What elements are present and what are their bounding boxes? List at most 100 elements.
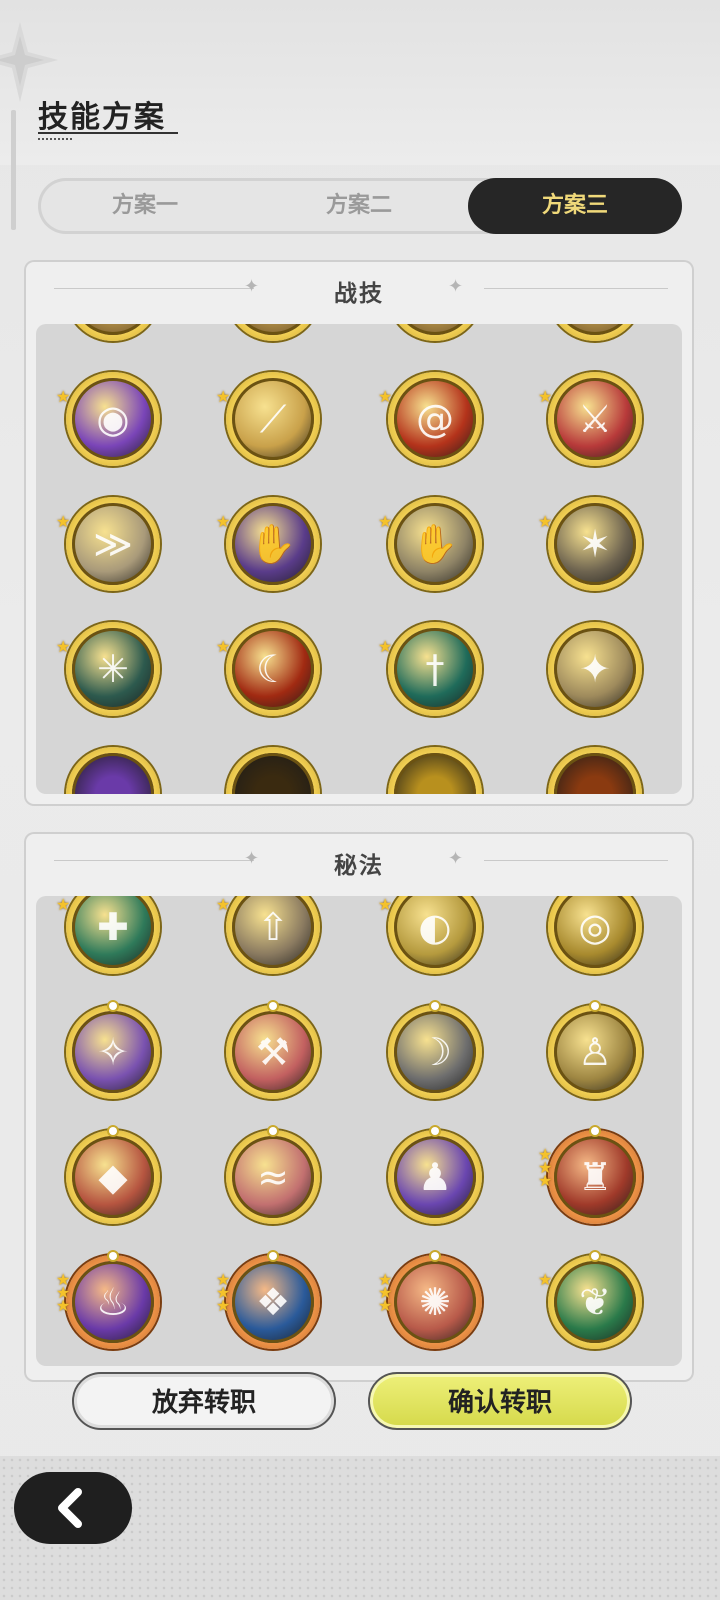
combat-skill-grid[interactable]: ◉ ★ ⟋ ★ @ ★ ⚔ ★ ≫ ★ ✋ ★ ✋ ★ ✶ ★ ✳ ★ ☾ ★ † ★ ✦	[36, 324, 682, 794]
purple-aura-icon[interactable]: ✧	[66, 1002, 160, 1099]
secret-skill-grid[interactable]: ✚ ★ ⇧ ★ ◐ ★ ◎ ✧ ⚒ ☽ ♙ ◆ ≈ ♟ ♜ ★ ★ ★ ♨ ★ ★ ★ ❖ ★ ★ ★ ✺ ★ ★ ★ ❦ ★	[36, 896, 682, 1366]
indicator-dot	[109, 1002, 117, 1010]
title-underline	[38, 132, 178, 134]
fire-swirl-icon[interactable]: @ ★	[378, 372, 482, 466]
skill-icon-face: ⟋	[232, 378, 314, 460]
flame-arc-icon[interactable]: ☾ ★	[216, 622, 320, 716]
tab-plan-3[interactable]: 方案三	[468, 178, 682, 234]
skill-icon-face: ☽	[394, 1011, 476, 1093]
rarity-stars: ★	[216, 896, 234, 914]
blue-crystal-icon[interactable]: ❖ ★ ★ ★	[216, 1252, 320, 1349]
abandon-job-change-button[interactable]: 放弃转职	[72, 1372, 336, 1430]
rarity-stars: ★	[56, 514, 74, 530]
light-blade-icon[interactable]: ✦	[548, 622, 642, 716]
jade-sword-icon[interactable]: † ★	[378, 622, 482, 716]
shield-heal-icon[interactable]: ◐ ★	[378, 896, 482, 974]
skill-glyph: ♨	[95, 1280, 131, 1324]
skill-glyph: ✋	[249, 522, 297, 566]
star-icon: ★	[216, 637, 231, 656]
skill-icon-face: ✺	[394, 1261, 476, 1343]
red-armor-icon[interactable]: ♜ ★ ★ ★	[538, 1127, 642, 1224]
tab-plan-1[interactable]: 方案一	[38, 178, 252, 234]
red-wind-icon[interactable]: ≈	[226, 1127, 320, 1224]
indicator-dot	[431, 1127, 439, 1135]
heal-circle-icon[interactable]: ✚ ★	[56, 896, 160, 974]
skill-icon-partial[interactable]	[66, 747, 160, 794]
skill-glyph: ◎	[578, 905, 612, 949]
tab-plan-2[interactable]: 方案二	[252, 178, 466, 234]
skill-glyph: ≈	[257, 1155, 289, 1199]
web-net-icon[interactable]: ✳ ★	[56, 622, 160, 716]
skill-icon-partial[interactable]	[66, 324, 160, 341]
skill-icon-partial[interactable]	[226, 747, 320, 794]
palm-strike-icon[interactable]: ✋ ★	[378, 497, 482, 591]
rarity-stars: ★	[56, 387, 74, 406]
back-button[interactable]	[14, 1472, 132, 1544]
plan-tabs: 方案一 方案二 方案三	[38, 178, 682, 234]
skill-icon-partial[interactable]	[388, 324, 482, 341]
afterimage-dash-icon[interactable]: ≫ ★	[56, 497, 160, 591]
eye-icon[interactable]: ◎	[548, 896, 642, 974]
green-leaf-icon[interactable]: ❦ ★	[538, 1252, 642, 1349]
skill-icon-face: ✦	[554, 628, 636, 710]
golden-body-icon[interactable]: ♙	[548, 1002, 642, 1099]
page-title: 技能方案	[38, 100, 166, 135]
rarity-stars: ★	[538, 1270, 556, 1289]
skill-glyph: ⚔	[577, 397, 613, 441]
back-arrow-icon	[58, 1488, 82, 1528]
rarity-stars: ★	[538, 514, 556, 530]
skill-icon-face: ◎	[554, 896, 636, 968]
star-icon: ★	[378, 512, 393, 531]
skill-icon-face: ♟	[394, 1136, 476, 1218]
impact-hit-icon[interactable]: ✶ ★	[538, 497, 642, 591]
skill-icon-partial[interactable]	[548, 747, 642, 794]
star-icon: ★	[378, 896, 393, 914]
skill-icon-face: ♨	[72, 1261, 154, 1343]
panel-title-secret: 秘法	[334, 853, 384, 879]
red-burst-icon[interactable]: ✺ ★ ★ ★	[378, 1252, 482, 1349]
shadow-claw-icon[interactable]: ✋ ★	[216, 497, 320, 591]
skill-icon-partial[interactable]	[548, 324, 642, 341]
skill-icon-face: @	[394, 378, 476, 460]
skill-glyph: ◉	[96, 397, 130, 441]
sword-raise-icon[interactable]: ⚔ ★	[538, 372, 642, 466]
indicator-dot	[591, 1002, 599, 1010]
rarity-stars: ★	[378, 512, 396, 531]
sword-buff-icon[interactable]: ⇧ ★	[216, 896, 320, 974]
dodge-figure-icon[interactable]: ☽	[388, 1002, 482, 1099]
star-icon: ★	[216, 896, 231, 914]
rarity-stars: ★	[216, 389, 234, 405]
purple-figure-icon[interactable]: ♟	[388, 1127, 482, 1224]
star-icon: ★	[56, 637, 71, 656]
skill-icon-partial[interactable]	[226, 324, 320, 341]
rarity-stars: ★	[378, 387, 396, 406]
indicator-dot	[269, 1127, 277, 1135]
confirm-job-change-button[interactable]: 确认转职	[368, 1372, 632, 1430]
skill-icon-face: ⚒	[232, 1011, 314, 1093]
skill-icon-face: ✋	[232, 503, 314, 585]
skill-icon-face: †	[394, 628, 476, 710]
indicator-dot	[591, 1127, 599, 1135]
star-icon: ★	[378, 387, 393, 406]
rarity-stars: ★	[216, 514, 234, 530]
skill-glyph: ♟	[417, 1155, 453, 1199]
skill-icon-face: ✶	[554, 503, 636, 585]
header-area: 技能方案	[0, 0, 720, 230]
skill-icon-face	[72, 324, 154, 335]
skill-icon-face	[394, 324, 476, 335]
skill-icon-face	[554, 324, 636, 335]
violet-flame-icon[interactable]: ♨ ★ ★ ★	[56, 1252, 160, 1349]
red-shard-icon[interactable]: ◆	[66, 1127, 160, 1224]
skill-icon-partial[interactable]	[388, 747, 482, 794]
star-icon: ★	[538, 1270, 553, 1289]
skill-glyph: †	[425, 647, 445, 691]
star-icon: ★	[56, 387, 71, 406]
skill-glyph: ◆	[98, 1155, 128, 1199]
skill-glyph: ≫	[93, 522, 133, 566]
ghost-orb-icon[interactable]: ◉ ★	[56, 372, 160, 466]
skill-glyph: ✳	[97, 647, 129, 691]
golden-slash-icon[interactable]: ⟋ ★	[216, 372, 320, 466]
skill-icon-face: ❖	[232, 1261, 314, 1343]
red-sword-plus-icon[interactable]: ⚒	[226, 1002, 320, 1099]
indicator-dot	[269, 1002, 277, 1010]
